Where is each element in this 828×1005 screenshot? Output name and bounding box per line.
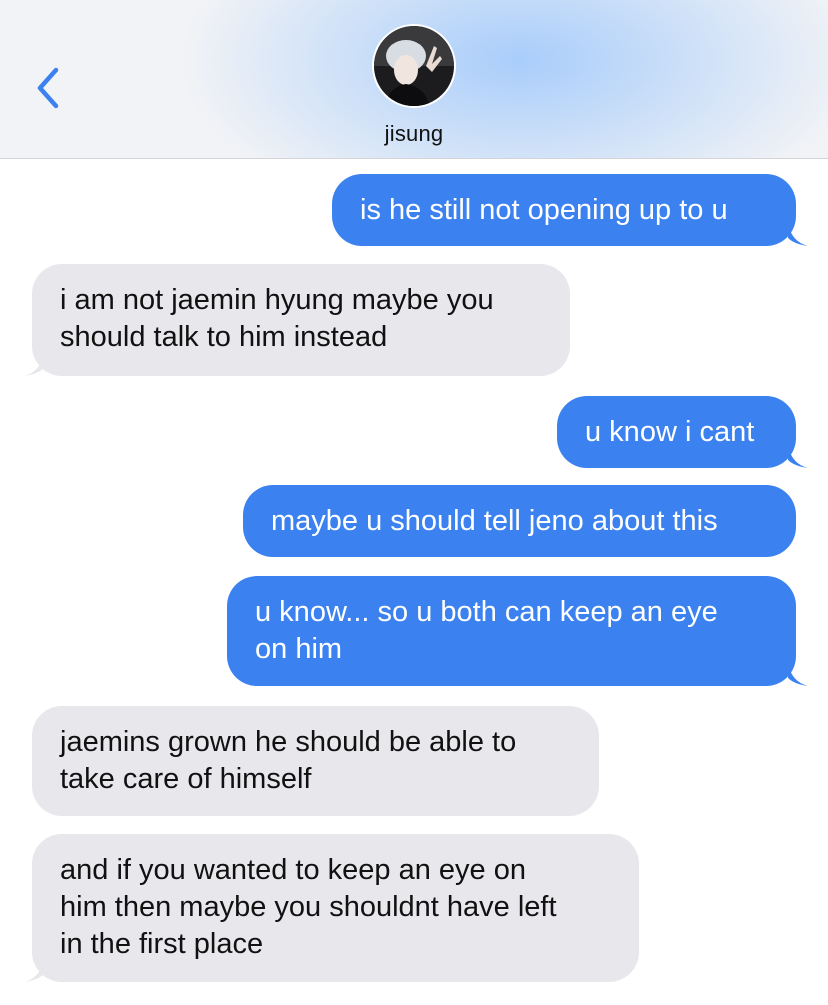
message-bubble-sent[interactable]: u know i cant — [557, 396, 796, 468]
conversation-header: jisung — [0, 0, 828, 159]
message-bubble-sent[interactable]: u know... so u both can keep an eye on h… — [227, 576, 796, 686]
bubble-tail — [24, 354, 44, 376]
message-bubble-received[interactable]: jaemins grown he should be able to take … — [32, 706, 599, 816]
avatar[interactable] — [372, 24, 456, 108]
bubble-tail — [788, 664, 808, 686]
message-bubble-sent[interactable]: maybe u should tell jeno about this — [243, 485, 796, 557]
message-thread: is he still not opening up to u i am not… — [0, 160, 828, 1005]
back-button[interactable] — [28, 62, 68, 114]
chevron-left-icon — [37, 67, 59, 109]
bubble-tail — [24, 960, 44, 982]
message-bubble-received[interactable]: i am not jaemin hyung maybe you should t… — [32, 264, 570, 376]
bubble-tail — [788, 446, 808, 468]
contact-name[interactable]: jisung — [0, 120, 828, 148]
message-bubble-sent[interactable]: is he still not opening up to u — [332, 174, 796, 246]
message-bubble-received[interactable]: and if you wanted to keep an eye on him … — [32, 834, 639, 982]
bubble-tail — [788, 224, 808, 246]
